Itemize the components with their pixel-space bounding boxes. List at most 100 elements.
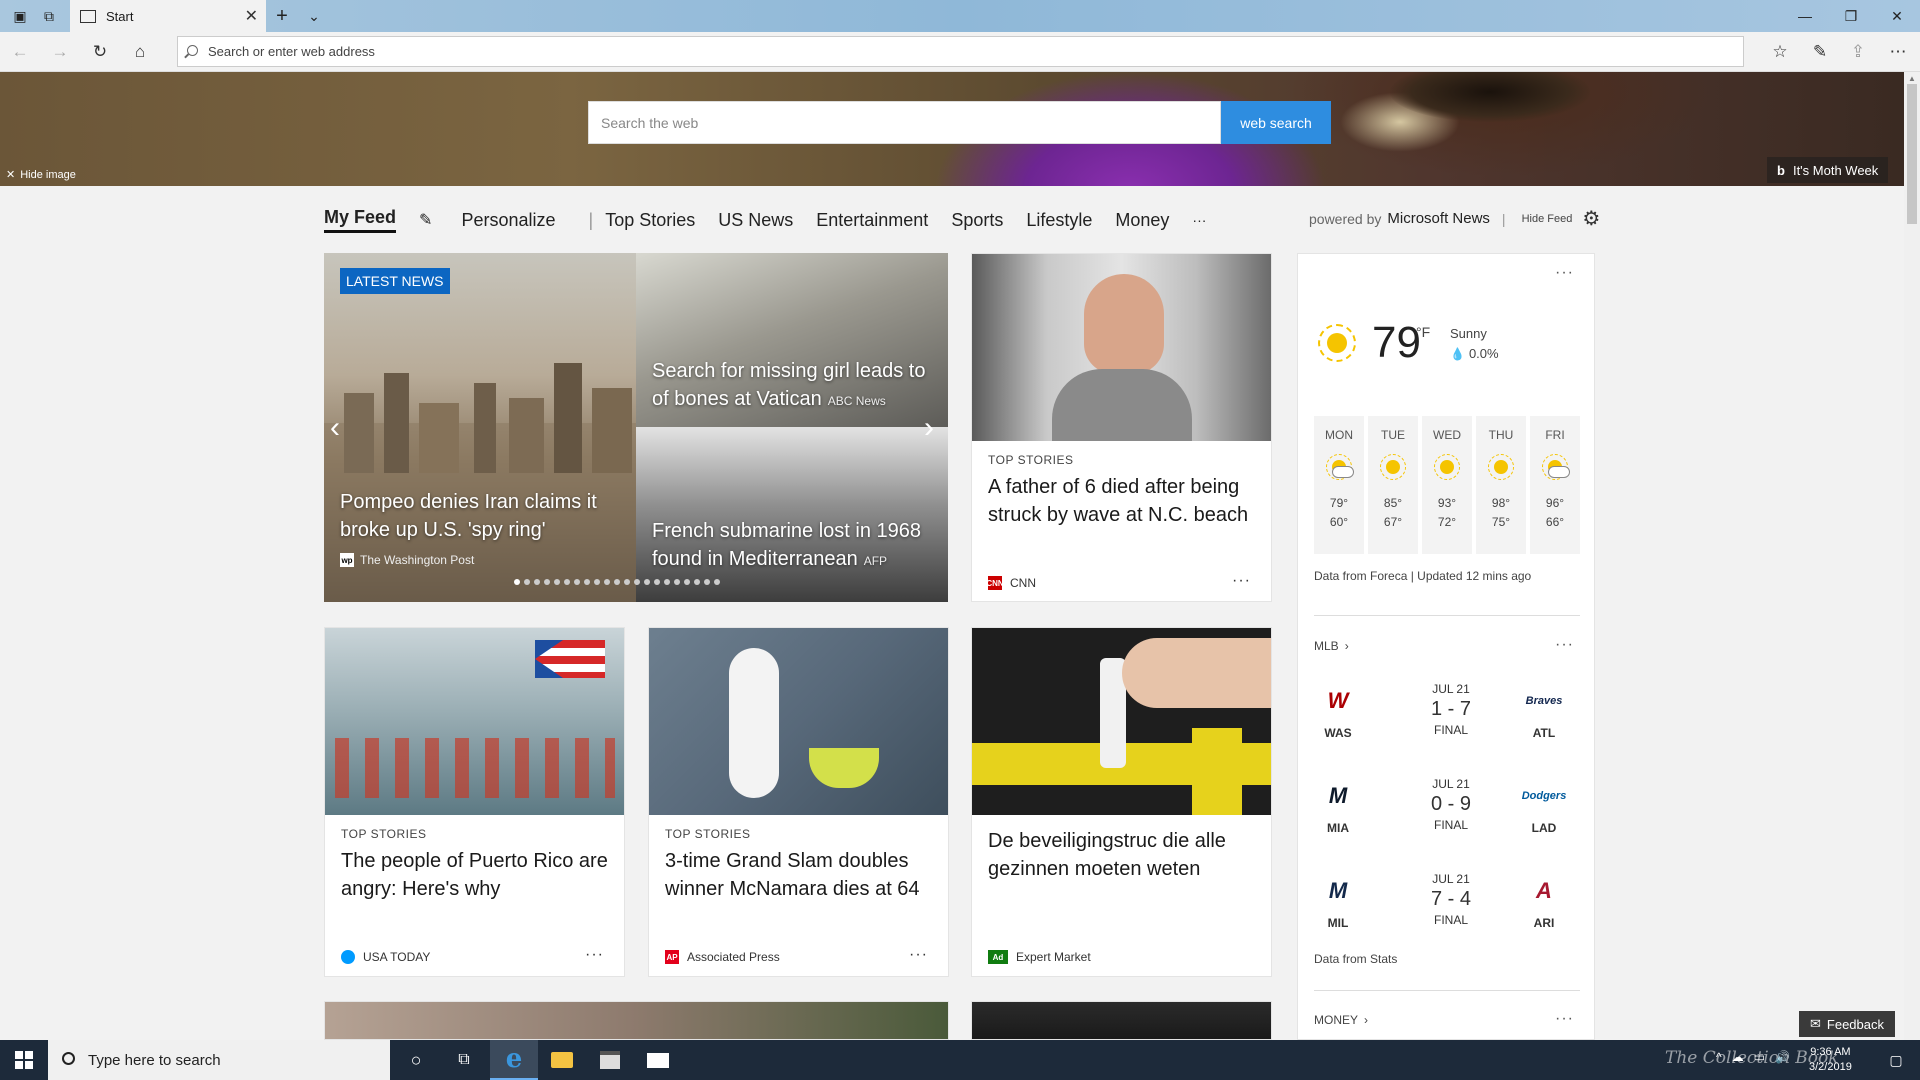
- card-more-icon[interactable]: ···: [909, 946, 928, 964]
- carousel-dot[interactable]: [604, 579, 610, 585]
- mail-icon[interactable]: [634, 1040, 682, 1080]
- file-explorer-icon[interactable]: [538, 1040, 586, 1080]
- carousel-dot[interactable]: [594, 579, 600, 585]
- share-icon[interactable]: ⇪: [1840, 36, 1876, 68]
- cortana-icon[interactable]: ○: [392, 1040, 440, 1080]
- card-title[interactable]: The people of Puerto Rico are angry: Her…: [341, 847, 610, 903]
- carousel-dots[interactable]: [514, 579, 720, 585]
- carousel-dot[interactable]: [644, 579, 650, 585]
- weather-more-icon[interactable]: ···: [1555, 264, 1574, 282]
- restore-icon[interactable]: ❐: [1828, 0, 1874, 32]
- carousel-bottom-right-title[interactable]: French submarine lost in 1968 found in M…: [652, 517, 942, 575]
- minimize-icon[interactable]: —: [1782, 0, 1828, 32]
- forecast-day[interactable]: THU 98° 75°: [1476, 416, 1526, 554]
- feedback-button[interactable]: ✉ Feedback: [1799, 1011, 1895, 1037]
- page-scrollbar[interactable]: ▲: [1904, 72, 1920, 1040]
- back-icon[interactable]: ←: [2, 36, 38, 68]
- card-more-icon[interactable]: ···: [1232, 572, 1251, 590]
- carousel-prev-icon[interactable]: ‹: [330, 413, 340, 443]
- news-card[interactable]: [971, 1001, 1272, 1040]
- news-card[interactable]: TOP STORIES 3-time Grand Slam doubles wi…: [648, 627, 949, 977]
- address-field[interactable]: Search or enter web address: [177, 36, 1744, 67]
- news-card[interactable]: [324, 1001, 949, 1040]
- carousel-dot[interactable]: [694, 579, 700, 585]
- carousel-dot[interactable]: [704, 579, 710, 585]
- latest-news-carousel[interactable]: LATEST NEWS Pompeo denies Iran claims it…: [324, 253, 948, 602]
- scrollbar-thumb[interactable]: [1907, 84, 1917, 224]
- card-title[interactable]: De beveiligingstruc die alle gezinnen mo…: [988, 827, 1257, 883]
- favorites-icon[interactable]: ☆: [1762, 36, 1798, 68]
- pen-icon[interactable]: ✎: [1802, 36, 1838, 68]
- carousel-story-top-right[interactable]: Search for missing girl leads to of bone…: [636, 253, 948, 427]
- image-caption-button[interactable]: b It's Moth Week: [1767, 157, 1889, 183]
- carousel-next-icon[interactable]: ›: [924, 413, 934, 443]
- tab-start[interactable]: Start ✕: [70, 0, 266, 32]
- forecast-day[interactable]: WED 93° 72°: [1422, 416, 1472, 554]
- scroll-up-icon[interactable]: ▲: [1908, 74, 1916, 83]
- system-clock[interactable]: 9:36 AM 3/2/2019: [1809, 1045, 1852, 1075]
- carousel-dot[interactable]: [564, 579, 570, 585]
- tab-us-news[interactable]: US News: [718, 210, 793, 231]
- carousel-dot[interactable]: [514, 579, 520, 585]
- carousel-dot[interactable]: [634, 579, 640, 585]
- forecast-day[interactable]: TUE 85° 67°: [1368, 416, 1418, 554]
- carousel-dot[interactable]: [654, 579, 660, 585]
- notifications-icon[interactable]: ▢: [1872, 1040, 1920, 1080]
- carousel-dot[interactable]: [574, 579, 580, 585]
- forecast-day[interactable]: FRI 96° 66°: [1530, 416, 1580, 554]
- tab-lifestyle[interactable]: Lifestyle: [1026, 210, 1092, 231]
- carousel-dot[interactable]: [534, 579, 540, 585]
- hide-feed-button[interactable]: Hide Feed: [1522, 213, 1573, 225]
- current-weather[interactable]: 79 °F Sunny 💧 0.0%: [1314, 320, 1574, 370]
- carousel-dot[interactable]: [544, 579, 550, 585]
- carousel-dot[interactable]: [624, 579, 630, 585]
- tab-personalize[interactable]: ✎ Personalize: [419, 210, 578, 231]
- news-card[interactable]: TOP STORIES A father of 6 died after bei…: [971, 253, 1272, 602]
- home-icon[interactable]: ⌂: [122, 36, 158, 68]
- close-window-icon[interactable]: ✕: [1874, 0, 1920, 32]
- tab-preview-chevron-icon[interactable]: ⌄: [294, 0, 334, 32]
- tab-entertainment[interactable]: Entertainment: [816, 210, 928, 231]
- forward-icon[interactable]: →: [42, 36, 78, 68]
- forecast-day[interactable]: MON 79° 60°: [1314, 416, 1364, 554]
- carousel-dot[interactable]: [524, 579, 530, 585]
- carousel-main-title[interactable]: Pompeo denies Iran claims it broke up U.…: [340, 488, 620, 544]
- tab-top-stories[interactable]: Top Stories: [605, 210, 695, 231]
- mlb-more-icon[interactable]: ···: [1555, 636, 1574, 654]
- carousel-dot[interactable]: [584, 579, 590, 585]
- more-icon[interactable]: ⋯: [1880, 36, 1916, 68]
- web-search-button[interactable]: web search: [1221, 101, 1331, 144]
- edge-icon[interactable]: e: [490, 1040, 538, 1080]
- card-more-icon[interactable]: ···: [585, 946, 604, 964]
- card-title[interactable]: 3-time Grand Slam doubles winner McNamar…: [665, 847, 934, 903]
- carousel-dot[interactable]: [714, 579, 720, 585]
- system-tray-icons[interactable]: ^☁▭🔊: [1716, 1050, 1800, 1064]
- carousel-dot[interactable]: [684, 579, 690, 585]
- tab-my-feed[interactable]: My Feed: [324, 207, 397, 233]
- taskbar-search-input[interactable]: Type here to search: [48, 1040, 390, 1080]
- close-tab-icon[interactable]: ✕: [245, 6, 258, 26]
- tab-sports[interactable]: Sports: [951, 210, 1003, 231]
- carousel-dot[interactable]: [664, 579, 670, 585]
- settings-gear-icon[interactable]: ⚙: [1582, 206, 1600, 231]
- carousel-main-story[interactable]: LATEST NEWS Pompeo denies Iran claims it…: [324, 253, 636, 602]
- carousel-top-right-title[interactable]: Search for missing girl leads to of bone…: [652, 357, 942, 415]
- set-tabs-aside-icon[interactable]: ⧉: [29, 0, 69, 32]
- hide-image-link[interactable]: ✕ Hide image: [6, 168, 76, 182]
- store-icon[interactable]: [586, 1040, 634, 1080]
- ad-card[interactable]: De beveiligingstruc die alle gezinnen mo…: [971, 627, 1272, 977]
- carousel-dot[interactable]: [554, 579, 560, 585]
- card-title[interactable]: A father of 6 died after being struck by…: [988, 473, 1257, 529]
- money-more-icon[interactable]: ···: [1555, 1010, 1574, 1028]
- refresh-icon[interactable]: ↻: [82, 36, 118, 68]
- mlb-game[interactable]: W WAS Braves ATL JUL 21 1 - 7 FINAL: [1298, 682, 1594, 762]
- mlb-game[interactable]: M MIA Dodgers LAD JUL 21 0 - 9 FINAL: [1298, 777, 1594, 857]
- tab-money[interactable]: Money: [1115, 210, 1169, 231]
- more-categories-button[interactable]: ···: [1192, 212, 1206, 228]
- money-header-link[interactable]: MONEY ›: [1314, 1013, 1368, 1027]
- carousel-dot[interactable]: [674, 579, 680, 585]
- task-view-icon[interactable]: ⧉: [440, 1040, 488, 1080]
- carousel-story-bottom-right[interactable]: French submarine lost in 1968 found in M…: [636, 427, 948, 602]
- windows-start-icon[interactable]: [0, 1040, 48, 1080]
- mlb-game[interactable]: M MIL A ARI JUL 21 7 - 4 FINAL: [1298, 872, 1594, 952]
